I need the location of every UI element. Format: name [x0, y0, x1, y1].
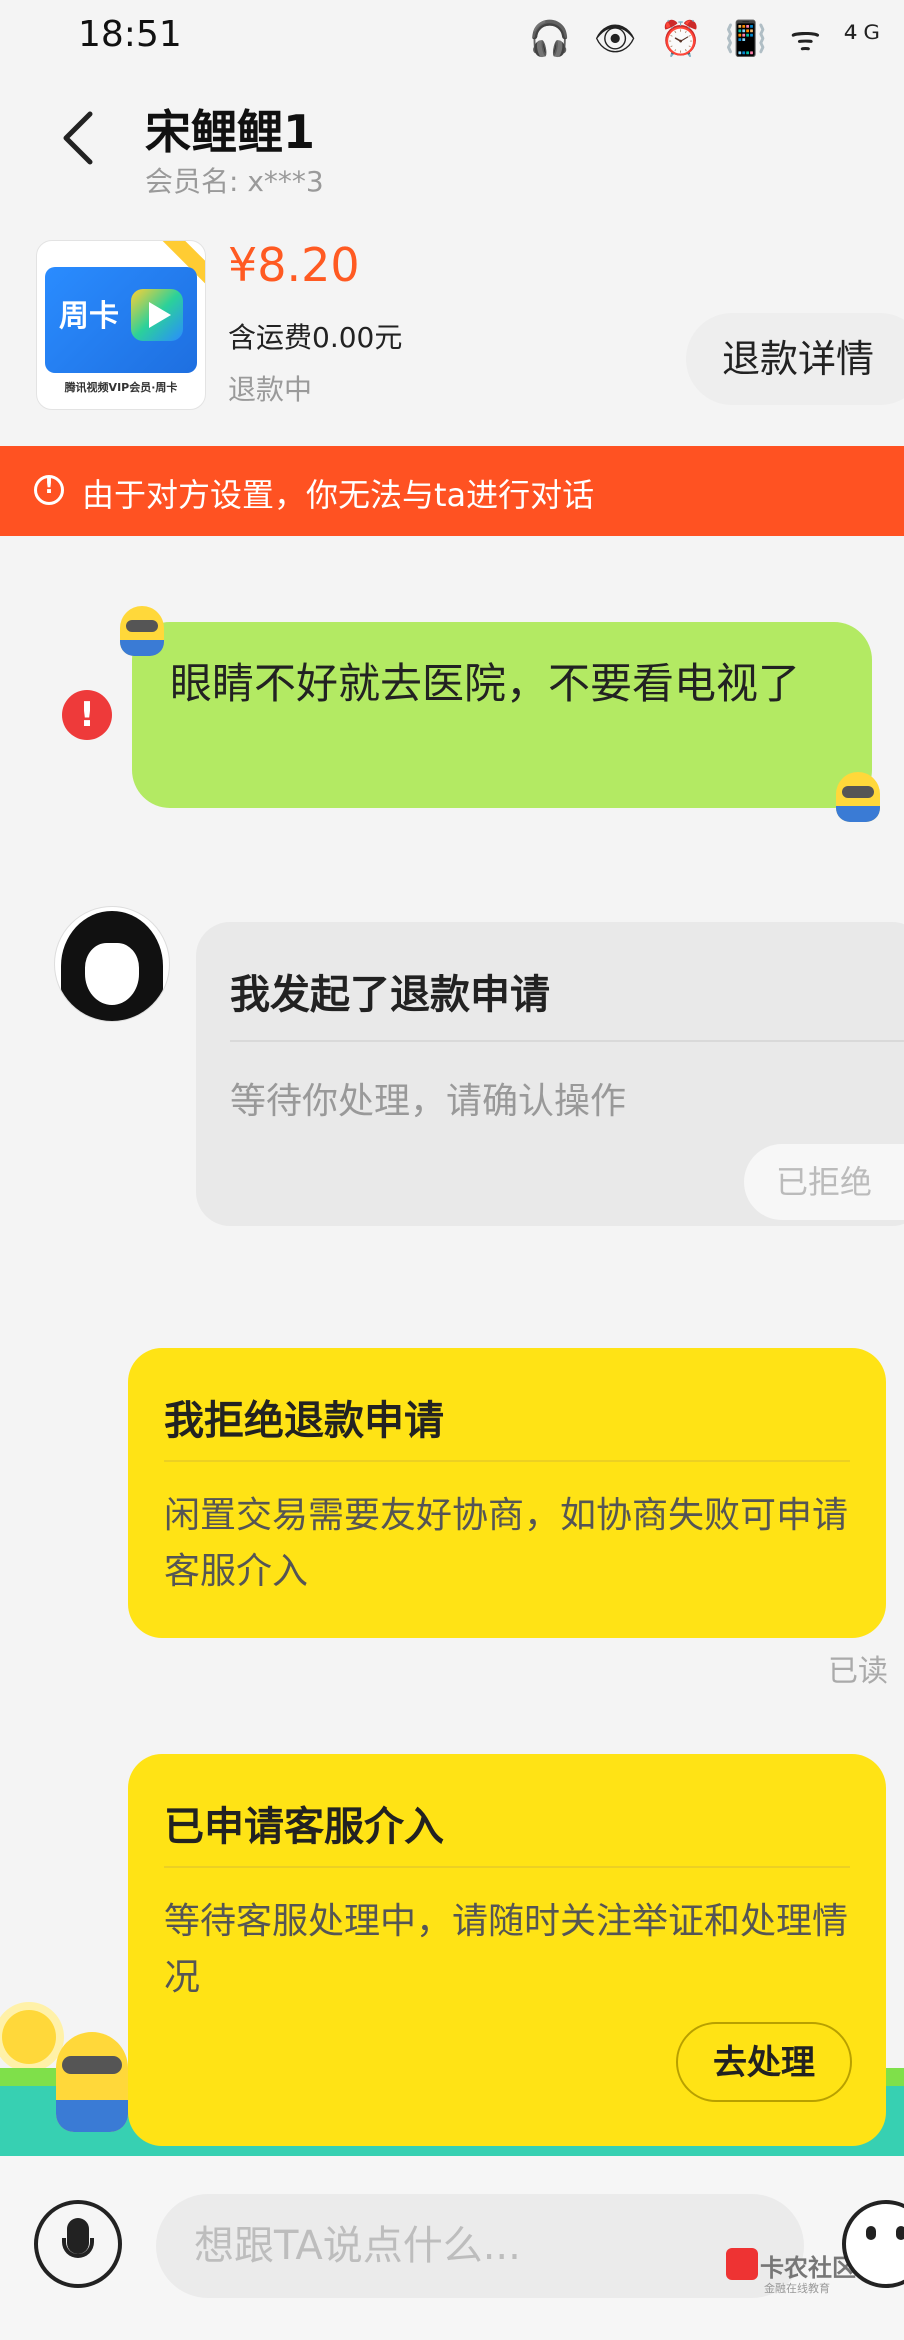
minion-sticker-icon [120, 606, 164, 656]
own-message-text: 眼睛不好就去医院，不要看电视了 [170, 659, 801, 708]
member-label: 会员名: [145, 165, 239, 198]
play-logo-icon [131, 289, 183, 341]
thumbnail-week-label: 周卡 [59, 299, 119, 334]
message-input[interactable] [156, 2194, 804, 2298]
refund-request-body: 等待你处理，请确认操作 [230, 1081, 627, 1122]
service-title: 已申请客服介入 [164, 1804, 444, 1850]
status-time: 18:51 [78, 14, 182, 55]
status-bar: 18:51 🎧 👁 ⏰ 📳 ᯤ ⁴ᴳ [0, 0, 904, 80]
restriction-banner: 由于对方设置，你无法与ta进行对话 [0, 446, 904, 536]
refund-detail-button[interactable]: 退款详情 [686, 313, 904, 405]
product-summary[interactable]: 周卡 腾讯视频VIP会员·周卡 ¥8.20 含运费0.00元 退款中 退款详情 [0, 218, 904, 448]
go-handle-button[interactable]: 去处理 [676, 2022, 852, 2102]
avatar[interactable] [54, 906, 170, 1022]
member-name: 会员名: x***3 [145, 160, 324, 200]
back-arrow-icon[interactable] [50, 108, 110, 168]
minion-icon [56, 2032, 128, 2132]
reject-title: 我拒绝退款申请 [164, 1398, 444, 1444]
sun-icon [2, 2010, 56, 2064]
message-list[interactable]: ! 眼睛不好就去医院，不要看电视了 我发起了退款申请 等待你处理，请确认操作 已… [0, 536, 904, 2156]
shipping-fee: 含运费0.00元 [228, 321, 403, 354]
reject-body: 闲置交易需要友好协商，如协商失败可申请客服介入 [164, 1495, 849, 1592]
read-receipt: 已读 [828, 1654, 888, 1689]
rejected-button[interactable]: 已拒绝 [744, 1144, 904, 1220]
product-price: ¥8.20 [228, 238, 360, 292]
banner-text: 由于对方设置，你无法与ta进行对话 [82, 476, 595, 514]
input-bar: 卡农社区 金融在线教育 [0, 2156, 904, 2340]
minion-sticker-icon [836, 772, 880, 822]
warning-icon [34, 474, 64, 505]
watermark-name: 卡农社区 [760, 2254, 856, 2282]
member-value: x***3 [247, 165, 324, 198]
divider [164, 1866, 850, 1868]
chat-header: 宋鲤鲤1 会员名: x***3 [0, 80, 904, 200]
watermark-subtext: 金融在线教育 [764, 2282, 830, 2295]
order-status: 退款中 [228, 373, 313, 406]
refund-request-card[interactable]: 我发起了退款申请 等待你处理，请确认操作 已拒绝 [196, 922, 904, 1226]
voice-input-icon[interactable] [34, 2200, 122, 2288]
thumbnail-card: 周卡 [45, 267, 197, 373]
refund-request-title: 我发起了退款申请 [230, 972, 550, 1018]
own-message-bubble[interactable]: 眼睛不好就去医院，不要看电视了 [132, 622, 872, 808]
thumbnail-caption: 腾讯视频VIP会员·周卡 [64, 381, 178, 394]
watermark-text: 卡农社区 [724, 2248, 856, 2283]
send-failed-icon[interactable]: ! [62, 690, 112, 740]
service-intervention-card[interactable]: 已申请客服介入 等待客服处理中，请随时关注举证和处理情况 去处理 [128, 1754, 886, 2146]
product-thumbnail[interactable]: 周卡 腾讯视频VIP会员·周卡 [36, 240, 206, 410]
divider [230, 1040, 904, 1042]
status-icons: 🎧 👁 ⏰ 📳 ᯤ ⁴ᴳ [528, 19, 886, 59]
divider [164, 1460, 850, 1462]
service-body: 等待客服处理中，请随时关注举证和处理情况 [164, 1901, 849, 1998]
avatar-face [85, 943, 139, 1005]
reject-refund-card[interactable]: 我拒绝退款申请 闲置交易需要友好协商，如协商失败可申请客服介入 [128, 1348, 886, 1638]
contact-name: 宋鲤鲤1 [145, 105, 316, 159]
